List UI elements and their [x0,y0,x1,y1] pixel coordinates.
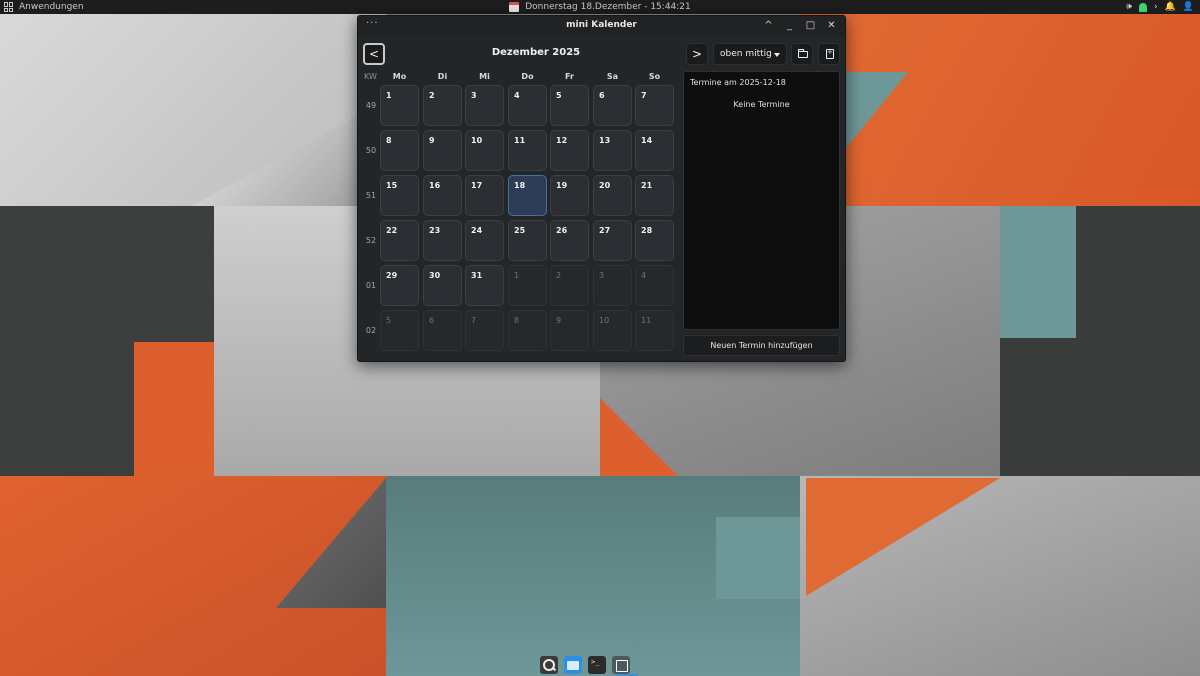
day-cell[interactable]: 13 [593,130,632,171]
day-cell[interactable]: 28 [635,220,674,261]
notification-bell-icon[interactable]: 🔔 [1165,0,1176,14]
day-cell[interactable]: 23 [423,220,462,261]
folder-icon [798,49,808,58]
day-cell[interactable]: 11 [635,310,674,351]
day-cell[interactable]: 20 [593,175,632,216]
day-cell[interactable]: 14 [635,130,674,171]
day-cell[interactable]: 24 [465,220,504,261]
search-icon[interactable] [540,656,558,674]
day-cell[interactable]: 5 [550,85,589,126]
minimize-icon[interactable]: _ [784,19,795,32]
week-number-header: KW [364,72,377,81]
day-cell[interactable]: 3 [465,85,504,126]
day-cell[interactable]: 9 [550,310,589,351]
window-controls: ^ _ □ ✕ [763,19,837,32]
volume-icon[interactable]: 🕪 [1126,0,1132,14]
position-dropdown[interactable]: oben mittig [713,43,787,65]
calendar-icon [509,2,520,12]
new-file-icon [826,48,834,59]
day-cell[interactable]: 7 [635,85,674,126]
file-manager-icon[interactable] [564,656,582,674]
events-panel: Termine am 2025-12-18 Keine Termine [683,71,840,330]
day-cell[interactable]: 10 [465,130,504,171]
calendar-window: ··· mini Kalender ^ _ □ ✕ < Dezember 202… [357,15,846,362]
day-cell[interactable]: 3 [593,265,632,306]
day-cell[interactable]: 30 [423,265,462,306]
day-cell[interactable]: 7 [465,310,504,351]
day-cell[interactable]: 1 [508,265,547,306]
next-month-button[interactable]: > [686,43,708,65]
day-cell[interactable]: 31 [465,265,504,306]
week-number: 52 [365,236,377,245]
weekday-label: Mo [392,72,407,81]
weekday-label: Fr [565,72,574,81]
week-number: 49 [365,101,377,110]
day-cell[interactable]: 10 [593,310,632,351]
day-cell[interactable]: 17 [465,175,504,216]
day-cell[interactable]: 22 [380,220,419,261]
shade-window-icon[interactable]: ^ [763,19,774,32]
month-title: Dezember 2025 [491,47,581,58]
day-cell[interactable]: 2 [423,85,462,126]
clock-text: Donnerstag 18.Dezember - 15:44:21 [525,2,691,12]
position-dropdown-value: oben mittig [720,49,772,59]
day-cell[interactable]: 9 [423,130,462,171]
day-cell[interactable]: 6 [593,85,632,126]
week-number: 51 [365,191,377,200]
weekday-label: Sa [606,72,619,81]
maximize-icon[interactable]: □ [805,19,816,32]
day-cell[interactable]: 29 [380,265,419,306]
previous-month-button[interactable]: < [363,43,385,65]
week-number: 02 [365,326,377,335]
week-number: 50 [365,146,377,155]
day-cell[interactable]: 27 [593,220,632,261]
dropdown-caret-icon [774,53,780,57]
user-icon[interactable]: 👤 [1183,0,1194,14]
calendar-app-icon[interactable] [612,656,630,674]
day-cell[interactable]: 8 [508,310,547,351]
day-cell[interactable]: 11 [508,130,547,171]
day-cell[interactable]: 21 [635,175,674,216]
ghost-app-icon[interactable] [1138,2,1147,12]
day-cell[interactable]: 5 [380,310,419,351]
day-cell[interactable]: 4 [508,85,547,126]
day-cell[interactable]: 8 [380,130,419,171]
close-icon[interactable]: ✕ [826,19,837,32]
day-cell[interactable]: 16 [423,175,462,216]
system-tray: 🕪 › 🔔 👤 [1126,0,1194,14]
weekday-label: Di [437,72,448,81]
day-cell[interactable]: 1 [380,85,419,126]
weekday-label: Mi [479,72,490,81]
new-file-button[interactable] [818,43,840,65]
day-cell[interactable]: 12 [550,130,589,171]
day-cell[interactable]: 6 [423,310,462,351]
window-titlebar[interactable]: ··· mini Kalender ^ _ □ ✕ [358,16,845,36]
week-number: 01 [365,281,377,290]
weekday-label: Do [521,72,534,81]
terminal-icon[interactable]: >_ [588,656,606,674]
add-event-button[interactable]: Neuen Termin hinzufügen [683,335,840,356]
events-date-title: Termine am 2025-12-18 [690,78,786,87]
tray-expand-icon[interactable]: › [1154,0,1158,14]
panel-clock[interactable]: Donnerstag 18.Dezember - 15:44:21 [0,0,1200,14]
day-cell[interactable]: 2 [550,265,589,306]
day-cell[interactable]: 26 [550,220,589,261]
top-panel: Anwendungen Donnerstag 18.Dezember - 15:… [0,0,1200,14]
day-cell-today[interactable]: 18 [508,175,547,216]
day-cell[interactable]: 19 [550,175,589,216]
open-folder-button[interactable] [791,43,813,65]
day-cell[interactable]: 4 [635,265,674,306]
day-cell[interactable]: 25 [508,220,547,261]
day-cell[interactable]: 15 [380,175,419,216]
no-events-text: Keine Termine [733,100,790,109]
weekday-label: So [648,72,661,81]
dock: >_ [540,655,638,676]
